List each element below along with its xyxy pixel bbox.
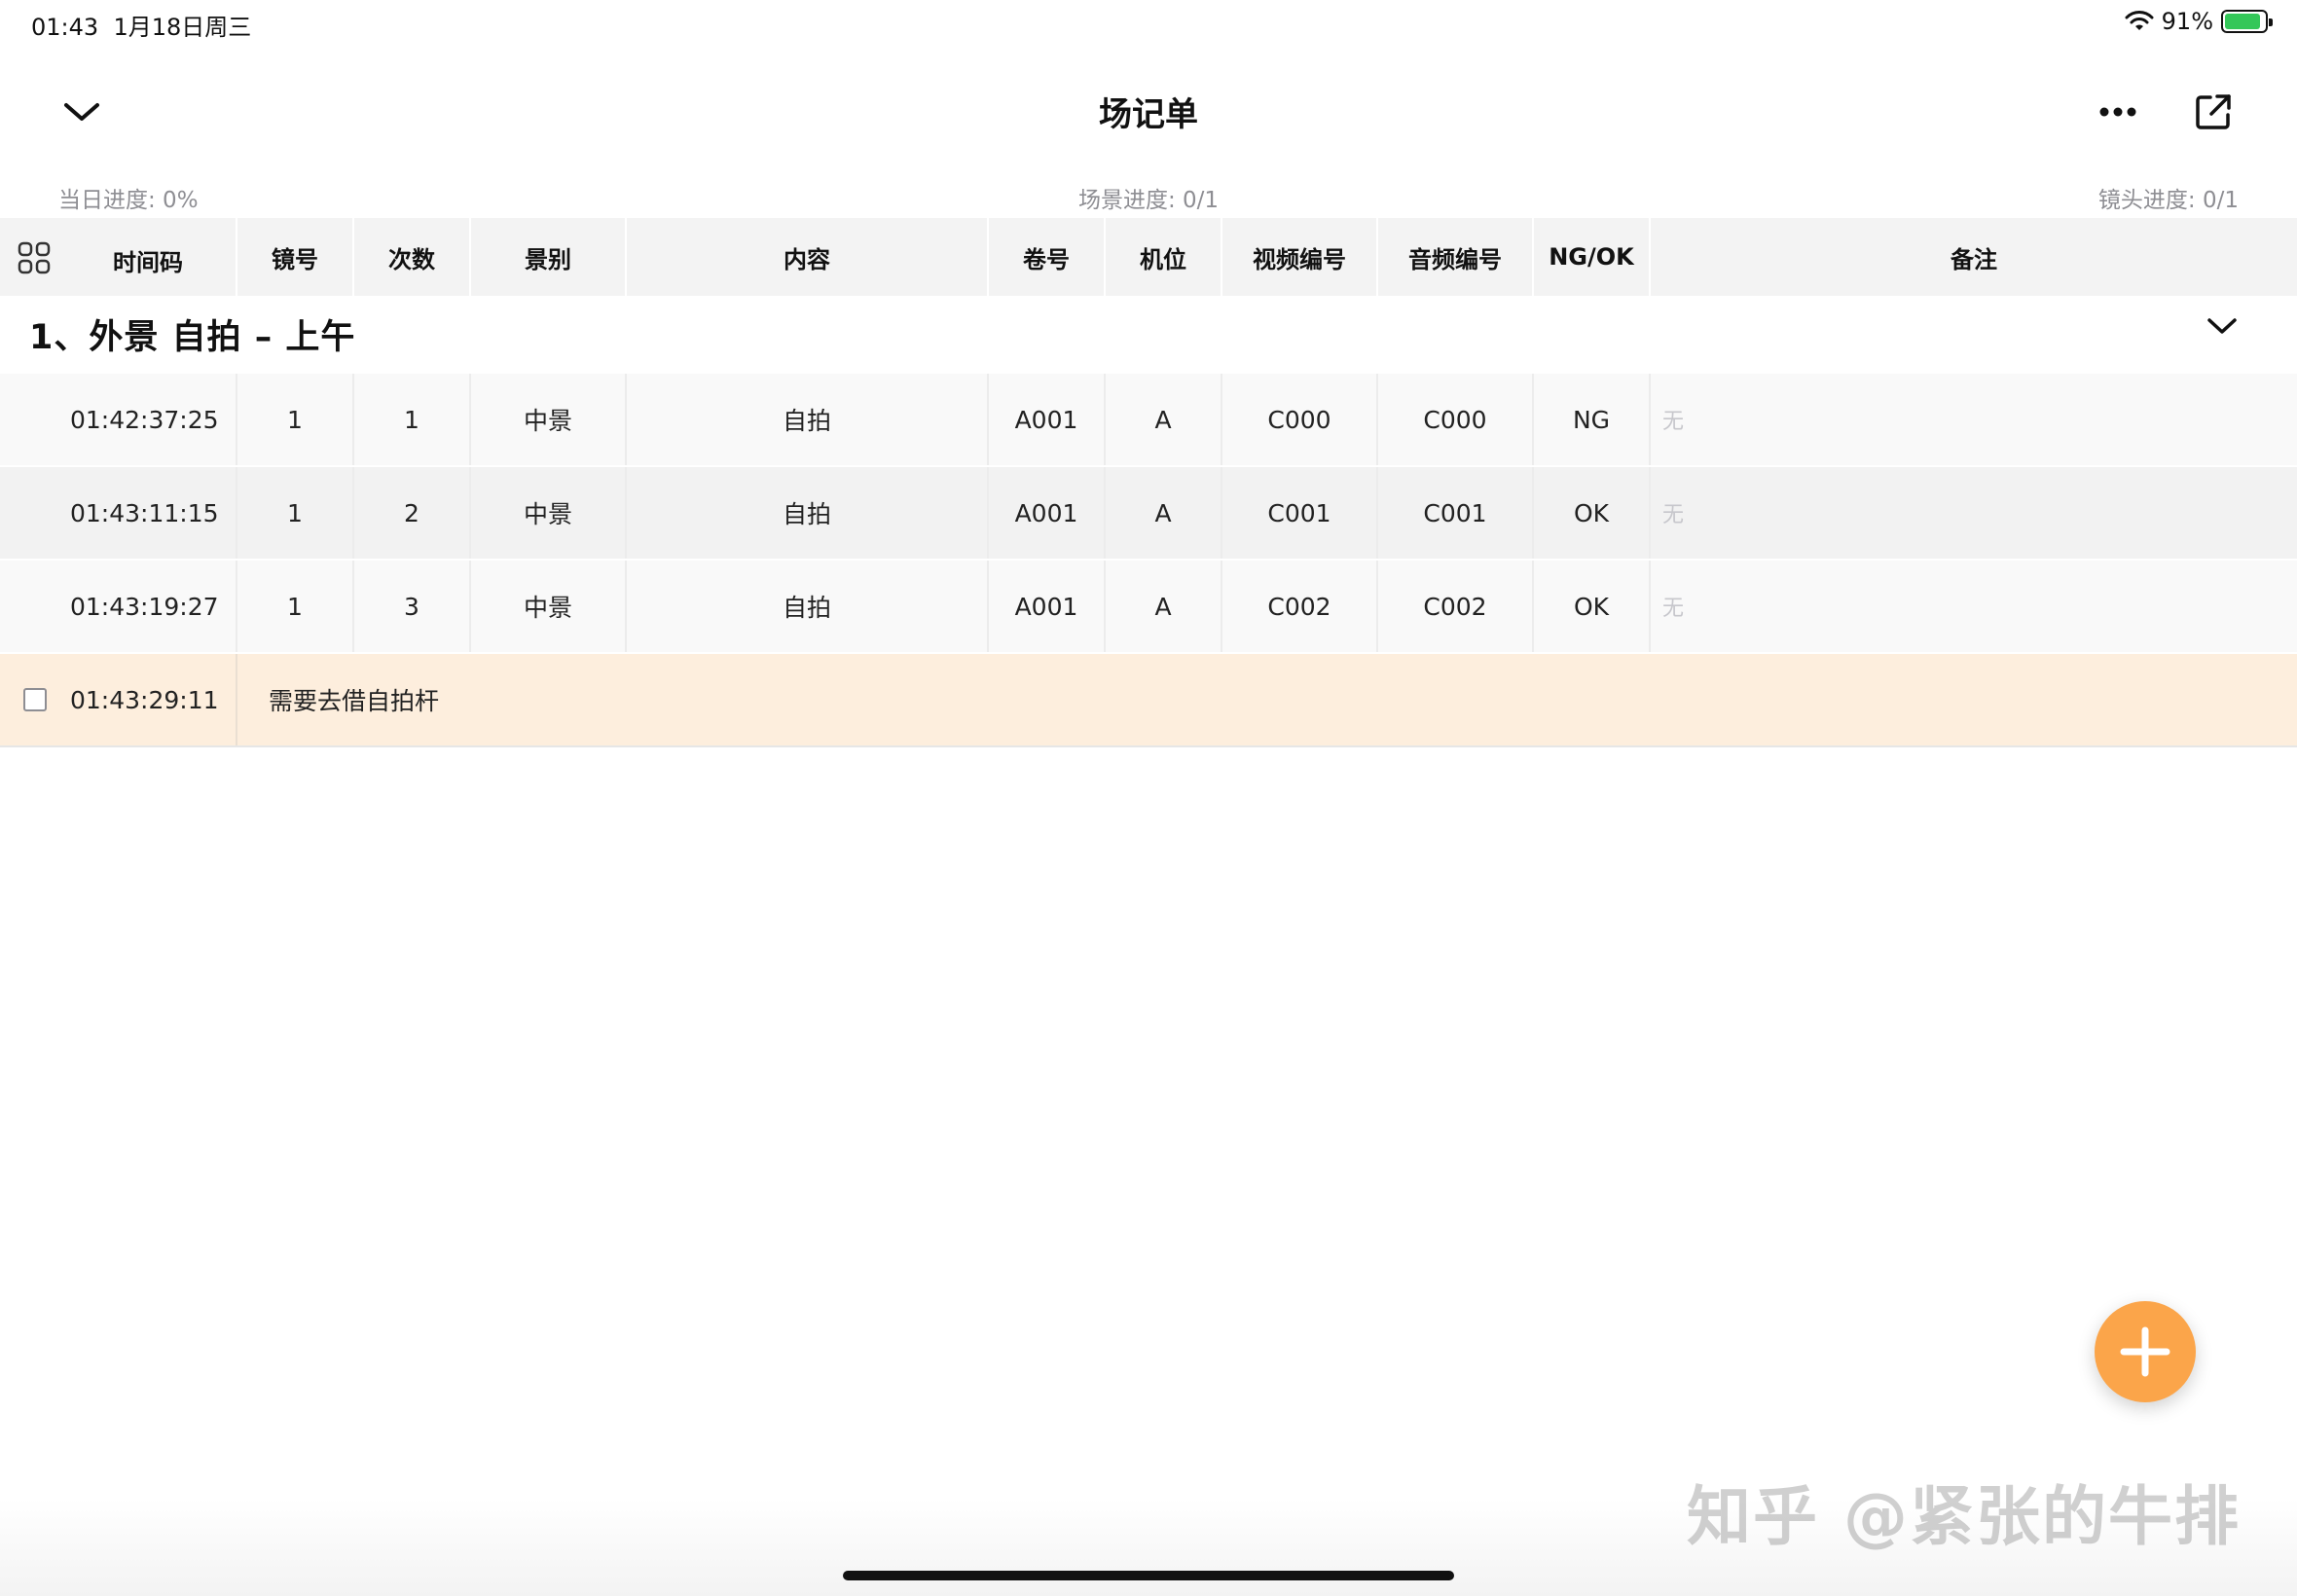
cell-roll: A001 — [989, 561, 1106, 652]
cell-ngok: OK — [1534, 561, 1651, 652]
cell-content: 自拍 — [627, 374, 989, 465]
memo-checkbox[interactable] — [23, 688, 47, 711]
add-button[interactable] — [2095, 1301, 2196, 1402]
cell-audio-id: C001 — [1378, 467, 1534, 559]
cell-timecode: 01:43:19:27 — [0, 561, 237, 652]
column-header: 视频编号 — [1222, 218, 1378, 296]
column-header: 镜号 — [237, 218, 354, 296]
cell-audio-id: C000 — [1378, 374, 1534, 465]
status-right: 91% — [2125, 8, 2273, 35]
cell-note: 无 — [1662, 597, 1685, 621]
cell-timecode: 01:42:37:25 — [0, 374, 237, 465]
plus-icon — [2120, 1326, 2170, 1377]
cell-shot: 1 — [237, 374, 354, 465]
column-header: 卷号 — [989, 218, 1106, 296]
clock-text: 01:43 — [31, 14, 99, 41]
scene-progress: 场景进度: 0/1 — [1077, 188, 1220, 213]
wifi-icon — [2125, 11, 2154, 30]
home-indicator[interactable] — [843, 1571, 1454, 1580]
table-header: 时间码 镜号 次数 景别 内容 卷号 机位 视频编号 音频编号 NG/OK 备注 — [0, 218, 2297, 296]
column-header: 时间码 — [113, 249, 183, 276]
watermark: 知乎 @紧张的牛排 — [1687, 1479, 2241, 1554]
table-row[interactable]: 01:42:37:25 1 1 中景 自拍 A001 A C000 C000 N… — [0, 374, 2297, 467]
memo-timecode-cell: 01:43:29:11 — [0, 654, 237, 745]
cell-ngok: NG — [1534, 374, 1651, 465]
more-button[interactable] — [2089, 83, 2147, 141]
cell-video-id: C000 — [1222, 374, 1378, 465]
scene-title: 1、外景 自拍 – 上午 — [29, 318, 356, 357]
ellipsis-icon — [2099, 107, 2136, 117]
log-table: 时间码 镜号 次数 景别 内容 卷号 机位 视频编号 音频编号 NG/OK 备注… — [0, 218, 2297, 747]
column-header: 景别 — [471, 218, 627, 296]
column-header: NG/OK — [1534, 218, 1651, 296]
cell-ngok: OK — [1534, 467, 1651, 559]
column-header: 备注 — [1951, 245, 1997, 273]
battery-icon — [2221, 10, 2273, 33]
chevron-down-icon[interactable] — [2206, 315, 2239, 341]
cell-shot-size: 中景 — [471, 467, 627, 559]
shot-progress: 镜头进度: 0/1 — [2097, 188, 2239, 213]
memo-text: 需要去借自拍杆 — [269, 687, 440, 715]
cell-take: 1 — [354, 374, 471, 465]
cell-shot: 1 — [237, 467, 354, 559]
cell-video-id: C001 — [1222, 467, 1378, 559]
cell-shot-size: 中景 — [471, 374, 627, 465]
table-row[interactable]: 01:43:11:15 1 2 中景 自拍 A001 A C001 C001 O… — [0, 467, 2297, 561]
column-header: 音频编号 — [1378, 218, 1534, 296]
share-button[interactable] — [2184, 83, 2242, 141]
status-bar: 01:43 1月18日周三 91% — [0, 0, 2297, 47]
nav-bar: 场记单 — [0, 68, 2297, 156]
column-header: 机位 — [1106, 218, 1222, 296]
cell-video-id: C002 — [1222, 561, 1378, 652]
memo-timecode: 01:43:29:11 — [70, 685, 219, 714]
date-text: 1月18日周三 — [113, 14, 252, 41]
scene-group-header[interactable]: 1、外景 自拍 – 上午 — [0, 296, 2297, 374]
battery-percent: 91% — [2161, 8, 2213, 35]
column-header: 次数 — [354, 218, 471, 296]
cell-roll: A001 — [989, 374, 1106, 465]
cell-roll: A001 — [989, 467, 1106, 559]
cell-content: 自拍 — [627, 561, 989, 652]
cell-content: 自拍 — [627, 467, 989, 559]
table-row[interactable]: 01:43:19:27 1 3 中景 自拍 A001 A C002 C002 O… — [0, 561, 2297, 654]
grid-view-icon[interactable] — [18, 241, 51, 280]
cell-note: 无 — [1662, 503, 1685, 527]
cell-timecode: 01:43:11:15 — [0, 467, 237, 559]
cell-camera: A — [1106, 374, 1222, 465]
cell-shot-size: 中景 — [471, 561, 627, 652]
cell-camera: A — [1106, 467, 1222, 559]
cell-note: 无 — [1662, 410, 1685, 434]
memo-row[interactable]: 01:43:29:11 需要去借自拍杆 — [0, 654, 2297, 747]
status-time: 01:43 1月18日周三 — [31, 8, 251, 42]
cell-take: 2 — [354, 467, 471, 559]
cell-audio-id: C002 — [1378, 561, 1534, 652]
cell-camera: A — [1106, 561, 1222, 652]
page-title: 场记单 — [1099, 95, 1198, 134]
header-timecode: 时间码 — [0, 218, 237, 296]
cell-shot: 1 — [237, 561, 354, 652]
column-header: 内容 — [627, 218, 989, 296]
cell-take: 3 — [354, 561, 471, 652]
progress-row: 当日进度: 0% 场景进度: 0/1 镜头进度: 0/1 — [0, 175, 2297, 214]
share-export-icon — [2196, 94, 2231, 129]
